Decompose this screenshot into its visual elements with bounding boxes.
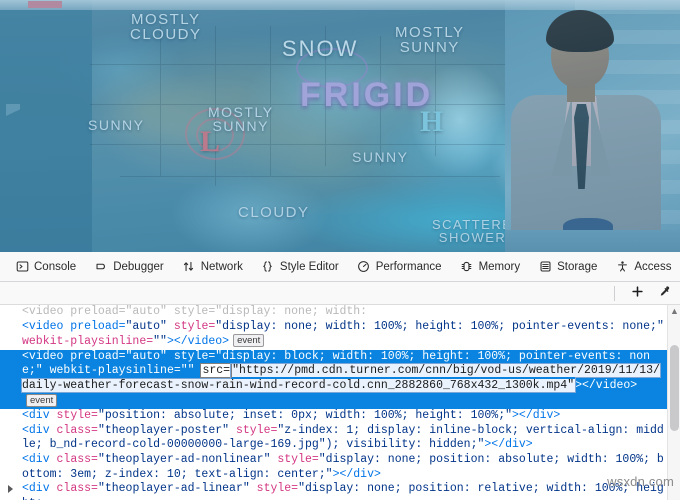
markup-tag-open: <video preload= [22, 349, 126, 363]
markup-attr-playsinline-value: "" [153, 335, 167, 349]
expand-triangle-icon[interactable] [8, 485, 13, 494]
markup-attr-style-name: style= [229, 423, 278, 437]
markup-row-cutoff-text: <video preload="auto" style="display: no… [22, 305, 368, 318]
markup-scrollbar[interactable]: ▲ [667, 305, 680, 500]
markup-view-panel[interactable]: <video preload="auto" style="display: no… [0, 305, 680, 500]
tab-memory-label: Memory [478, 260, 521, 273]
map-label-mostly-sunny-northeast: MOSTLY SUNNY [395, 24, 465, 57]
add-new-node-button[interactable] [628, 285, 646, 303]
markup-row-theoplayer-poster[interactable]: <div class="theoplayer-poster" style="z-… [0, 424, 680, 453]
meteorologist-figure [505, 0, 680, 252]
markup-row-cutoff[interactable]: <video preload="auto" style="display: no… [0, 305, 680, 320]
markup-attr-playsinline-value: "" [180, 364, 195, 378]
brand-logo-mark [28, 1, 62, 8]
high-pressure-symbol: H [420, 105, 444, 138]
markup-attr-style-name: style= [166, 319, 216, 333]
tab-console[interactable]: Console [6, 252, 85, 281]
tab-performance[interactable]: Performance [348, 252, 451, 281]
markup-tag-close: ></div> [332, 467, 381, 481]
markup-tag-open: <div [22, 482, 57, 496]
markup-attr-style-name: style= [166, 349, 216, 363]
map-label-sunny-west: SUNNY [88, 117, 145, 133]
markup-row-ad-nonlinear[interactable]: <div class="theoplayer-ad-nonlinear" sty… [0, 453, 680, 482]
markup-attr-style-name: style= [249, 482, 299, 496]
markup-attr-class-value: "theoplayer-poster" [97, 423, 230, 437]
memory-icon [460, 260, 474, 274]
tab-memory[interactable]: Memory [451, 252, 530, 281]
markup-attr-preload-value: "auto" [125, 349, 167, 363]
page-header-strip [0, 0, 680, 10]
network-icon [182, 260, 196, 274]
debugger-icon [94, 260, 108, 274]
performance-icon [357, 260, 371, 274]
markup-tag-close: ></div> [484, 438, 533, 452]
markup-attr-style-name: style= [270, 452, 319, 466]
markup-attr-style-value: "display: none; width: 100%; height: 100… [215, 319, 664, 333]
tab-network[interactable]: Network [173, 252, 252, 281]
markup-row-ad-linear[interactable]: <div class="theoplayer-ad-linear" style=… [0, 482, 680, 500]
tab-accessibility-label: Access [634, 260, 672, 273]
video-player-area[interactable]: MOSTLY CLOUDY SNOW MOSTLY SUNNY SUNNY MO… [0, 0, 680, 252]
markup-attr-src-name-editor[interactable]: src= [200, 363, 233, 379]
tab-style-editor[interactable]: Style Editor [252, 252, 348, 281]
tab-network-label: Network [200, 260, 243, 273]
console-icon [15, 260, 29, 274]
map-label-frigid: FRIGID [300, 76, 434, 114]
markup-view-toolbar [0, 282, 680, 305]
event-badge[interactable]: event [26, 393, 58, 407]
map-label-mostly-cloudy: MOSTLY CLOUDY [130, 11, 202, 44]
map-label-cloudy: CLOUDY [238, 204, 310, 221]
accessibility-icon [615, 260, 629, 274]
markup-attr-style-value: "position: absolute; inset: 0px; width: … [97, 409, 513, 423]
plus-icon [631, 285, 644, 303]
eyedropper-button[interactable] [655, 285, 673, 303]
markup-attr-class-value: "theoplayer-ad-linear" [97, 482, 250, 496]
markup-attr-class-name: class= [56, 423, 98, 437]
markup-attr-class-name: class= [56, 482, 98, 496]
storage-icon [538, 260, 552, 274]
markup-tag-open: <div [22, 452, 57, 466]
pacific-ocean [0, 0, 92, 252]
tab-performance-label: Performance [375, 260, 442, 273]
toolbar-divider [614, 286, 615, 301]
tab-accessibility[interactable]: Access [606, 252, 680, 281]
markup-row-div-absolute[interactable]: <div style="position: absolute; inset: 0… [0, 409, 680, 424]
markup-attr-playsinline-name: webkit-playsinline= [49, 364, 181, 378]
eyedropper-icon [657, 285, 671, 304]
markup-tag-close: ></video> [575, 378, 638, 392]
tab-debugger[interactable]: Debugger [85, 252, 173, 281]
tab-style-editor-label: Style Editor [279, 260, 339, 273]
tab-storage[interactable]: Storage [529, 252, 606, 281]
map-label-snow: SNOW [282, 36, 359, 61]
tab-storage-label: Storage [557, 260, 598, 273]
low-pressure-symbol: L [200, 125, 221, 158]
markup-attr-preload-value: "auto" [125, 319, 167, 333]
markup-attr-class-value: "theoplayer-ad-nonlinear" [97, 452, 271, 466]
markup-attr-class-name: class= [56, 452, 98, 466]
map-label-sunny-southeast: SUNNY [352, 149, 409, 165]
scrollbar-thumb[interactable] [670, 345, 679, 431]
markup-tag-open: <video preload= [22, 319, 126, 333]
studio-desk [505, 230, 680, 252]
markup-tag-open: <div [22, 423, 57, 437]
markup-row-video-selected[interactable]: <video preload="auto" style="display: bl… [0, 349, 680, 410]
tab-console-label: Console [34, 260, 77, 273]
scroll-up-arrow-icon[interactable]: ▲ [670, 307, 679, 316]
style-editor-icon [261, 260, 275, 274]
markup-attr-playsinline-name: webkit-playsinline= [22, 335, 154, 349]
tab-debugger-label: Debugger [113, 260, 164, 273]
event-badge[interactable]: event [233, 334, 265, 348]
markup-tag-open: <div [22, 409, 57, 423]
devtools-toolbox-tabs[interactable]: Console Debugger Network Style Editor Pe… [0, 252, 680, 282]
markup-row-video-hidden[interactable]: <video preload="auto" style="display: no… [0, 320, 680, 350]
markup-tag-close: ></div> [512, 409, 561, 423]
markup-attr-style-name: style= [56, 409, 98, 423]
markup-tag-close: ></video> [166, 335, 230, 349]
